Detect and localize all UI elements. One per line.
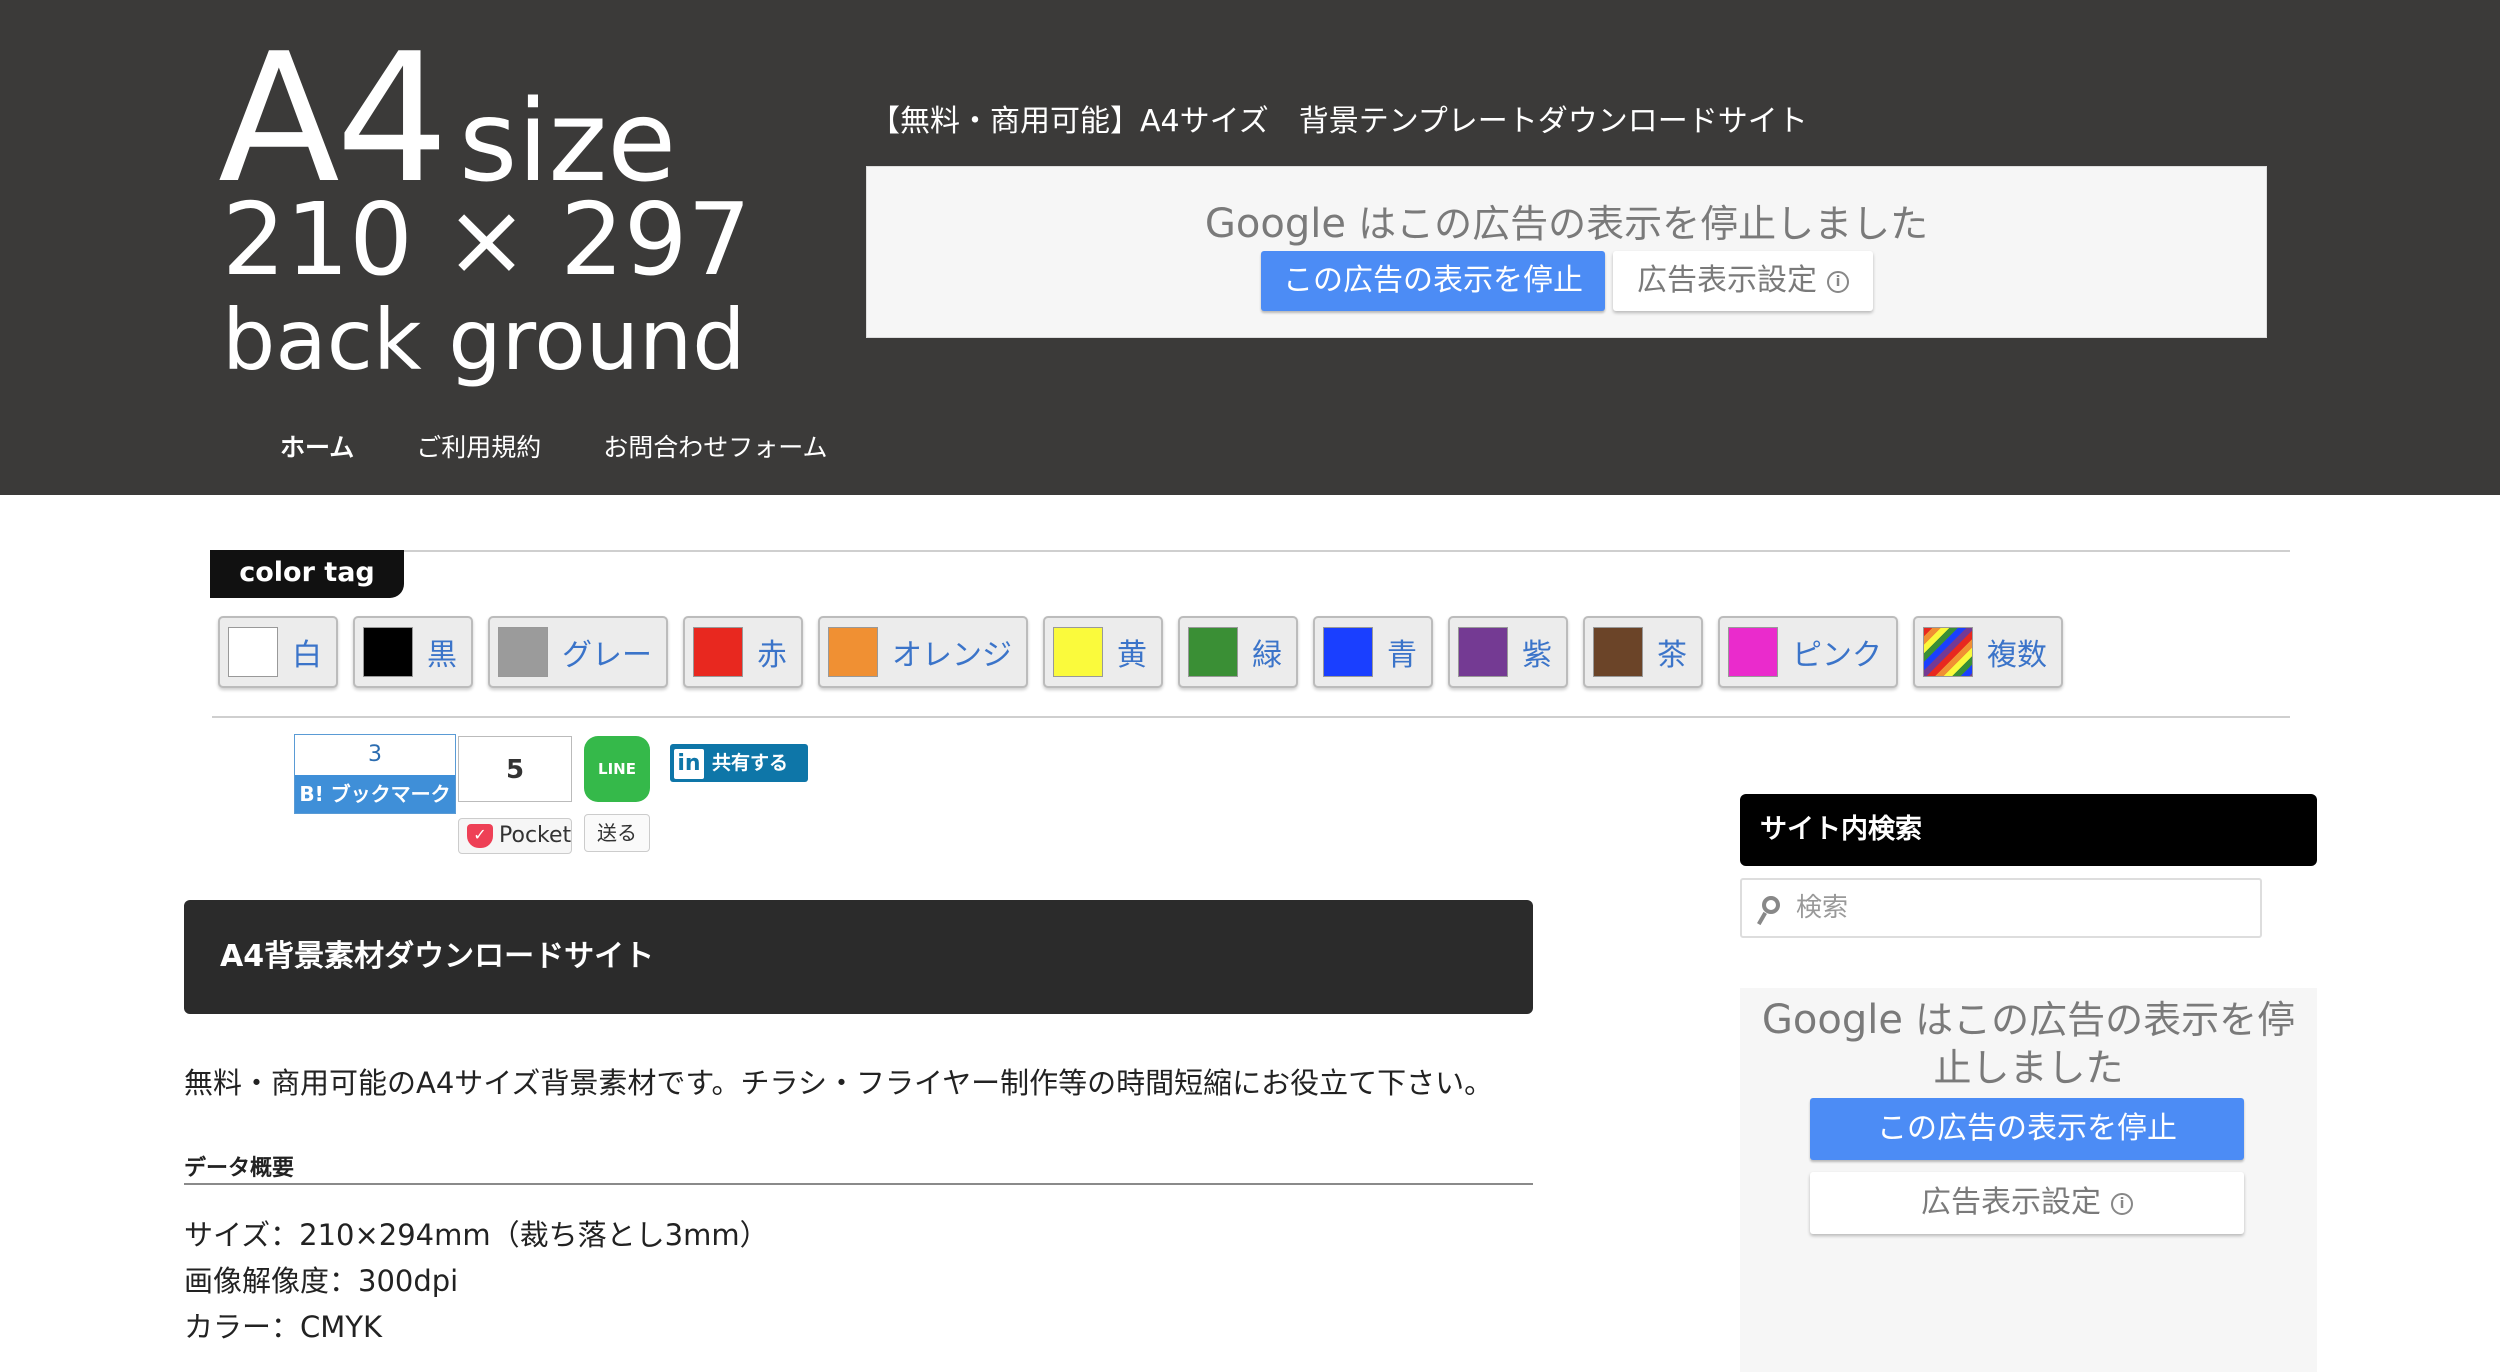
swatch-gray[interactable]: グレー bbox=[488, 616, 668, 688]
divider-bottom bbox=[212, 716, 2290, 718]
swatch-brown[interactable]: 茶 bbox=[1583, 616, 1703, 688]
multicolor-chip bbox=[1923, 627, 1973, 677]
info-icon: i bbox=[2111, 1192, 2133, 1215]
color-chip bbox=[1458, 627, 1508, 677]
color-swatch-list: 白 黒 グレー 赤 オレンジ 黄 緑 青 紫 茶 ピンク 複数 bbox=[218, 616, 2078, 690]
section-divider bbox=[184, 1183, 1533, 1185]
main-nav: ホーム ご利用規約 お問合わせフォーム bbox=[280, 428, 890, 464]
ad-settings-button[interactable]: 広告表示設定 i bbox=[1810, 1172, 2244, 1234]
color-chip bbox=[1188, 627, 1238, 677]
color-chip bbox=[1728, 627, 1778, 677]
site-tagline: 【無料・商用可能】A4サイズ 背景テンプレートダウンロードサイト bbox=[870, 104, 1808, 139]
line-icon[interactable]: LINE bbox=[584, 736, 650, 802]
stop-ad-button[interactable]: この広告の表示を停止 bbox=[1261, 251, 1605, 311]
swatch-orange[interactable]: オレンジ bbox=[818, 616, 1028, 688]
color-chip bbox=[1593, 627, 1643, 677]
search-icon bbox=[1758, 896, 1784, 926]
swatch-purple[interactable]: 紫 bbox=[1448, 616, 1568, 688]
sidebar-ad-stopped: Google はこの広告の表示を停止しました この広告の表示を停止 広告表示設定… bbox=[1740, 988, 2317, 1372]
swatch-label: 青 bbox=[1387, 638, 1417, 673]
linkedin-icon: in bbox=[674, 748, 704, 779]
swatch-label: 複数 bbox=[1987, 638, 2047, 673]
ad-settings-button[interactable]: 広告表示設定 i bbox=[1613, 251, 1873, 311]
swatch-label: ピンク bbox=[1792, 638, 1882, 673]
swatch-blue[interactable]: 青 bbox=[1313, 616, 1433, 688]
header-ad-stopped: Google はこの広告の表示を停止しました この広告の表示を停止 広告表示設定… bbox=[866, 166, 2267, 338]
hatena-label: B! ブックマーク bbox=[295, 775, 455, 813]
divider-top bbox=[212, 550, 2290, 552]
hatena-count: 3 bbox=[368, 742, 382, 767]
color-chip bbox=[363, 627, 413, 677]
spec-size: サイズ：210×294mm（裁ち落とし3mm） bbox=[184, 1218, 769, 1252]
swatch-red[interactable]: 赤 bbox=[683, 616, 803, 688]
swatch-green[interactable]: 緑 bbox=[1178, 616, 1298, 688]
color-tag-label: color tag bbox=[210, 550, 404, 598]
swatch-label: 黒 bbox=[427, 638, 457, 673]
nav-item-home[interactable]: ホーム bbox=[280, 428, 354, 464]
swatch-label: オレンジ bbox=[892, 638, 1012, 673]
ad-message-text: はこの広告の表示を停止しました bbox=[1915, 998, 2296, 1090]
swatch-label: グレー bbox=[562, 638, 652, 673]
swatch-multi[interactable]: 複数 bbox=[1913, 616, 2063, 688]
hatena-bookmark-button[interactable]: 3 B! ブックマーク bbox=[294, 734, 456, 814]
line-send-button[interactable]: 送る bbox=[584, 814, 650, 852]
swatch-black[interactable]: 黒 bbox=[353, 616, 473, 688]
swatch-label: 黄 bbox=[1117, 638, 1147, 673]
search-input[interactable] bbox=[1796, 888, 2236, 928]
swatch-label: 赤 bbox=[757, 638, 787, 673]
linkedin-share-button[interactable]: in 共有する bbox=[670, 744, 808, 782]
info-icon: i bbox=[1827, 270, 1849, 293]
swatch-yellow[interactable]: 黄 bbox=[1043, 616, 1163, 688]
swatch-label: 緑 bbox=[1252, 638, 1282, 673]
logo-background: back ground bbox=[222, 291, 746, 389]
ad-settings-label: 広告表示設定 bbox=[1921, 1185, 2101, 1220]
spec-resolution: 画像解像度：300dpi bbox=[184, 1264, 459, 1298]
site-logo[interactable]: A4 size 210 × 297 back ground bbox=[218, 30, 751, 400]
ad-message-text: はこの広告の表示を停止しました bbox=[1358, 202, 1929, 246]
swatch-label: 茶 bbox=[1657, 638, 1687, 673]
nav-item-contact[interactable]: お問合わせフォーム bbox=[603, 428, 827, 464]
color-chip bbox=[498, 627, 548, 677]
swatch-white[interactable]: 白 bbox=[218, 616, 338, 688]
pocket-label: Pocket bbox=[499, 823, 572, 848]
spec-color: カラー：CMYK bbox=[184, 1310, 383, 1344]
pocket-button[interactable]: ✓ Pocket bbox=[458, 818, 572, 854]
color-chip bbox=[228, 627, 278, 677]
page-title: A4背景素材ダウンロードサイト bbox=[184, 900, 1533, 1014]
color-chip bbox=[1323, 627, 1373, 677]
site-header: A4 size 210 × 297 back ground 【無料・商用可能】A4… bbox=[0, 0, 2500, 495]
ad-settings-label: 広告表示設定 bbox=[1637, 263, 1817, 298]
stop-ad-button[interactable]: この広告の表示を停止 bbox=[1810, 1098, 2244, 1160]
section-heading: データ概要 bbox=[184, 1156, 295, 1181]
logo-dimensions: 210 × 297 bbox=[222, 181, 752, 298]
color-chip bbox=[1053, 627, 1103, 677]
color-chip bbox=[693, 627, 743, 677]
swatch-pink[interactable]: ピンク bbox=[1718, 616, 1898, 688]
swatch-label: 紫 bbox=[1522, 638, 1552, 673]
intro-text: 無料・商用可能のA4サイズ背景素材です。チラシ・フライヤー制作等の時間短縮にお役… bbox=[184, 1066, 1494, 1100]
color-chip bbox=[828, 627, 878, 677]
nav-item-terms[interactable]: ご利用規約 bbox=[416, 428, 541, 464]
pocket-icon: ✓ bbox=[467, 824, 493, 848]
linkedin-label: 共有する bbox=[712, 752, 789, 774]
ad-message: Google はこの広告の表示を停止しました bbox=[1740, 996, 2317, 1092]
search-box bbox=[1740, 878, 2262, 938]
google-logo: Google bbox=[1204, 201, 1346, 247]
search-widget-title: サイト内検索 bbox=[1740, 794, 2317, 866]
google-logo: Google bbox=[1761, 997, 1903, 1043]
ad-message: Google はこの広告の表示を停止しました bbox=[867, 193, 2266, 248]
pocket-count: 5 bbox=[458, 736, 572, 802]
swatch-label: 白 bbox=[292, 638, 322, 673]
